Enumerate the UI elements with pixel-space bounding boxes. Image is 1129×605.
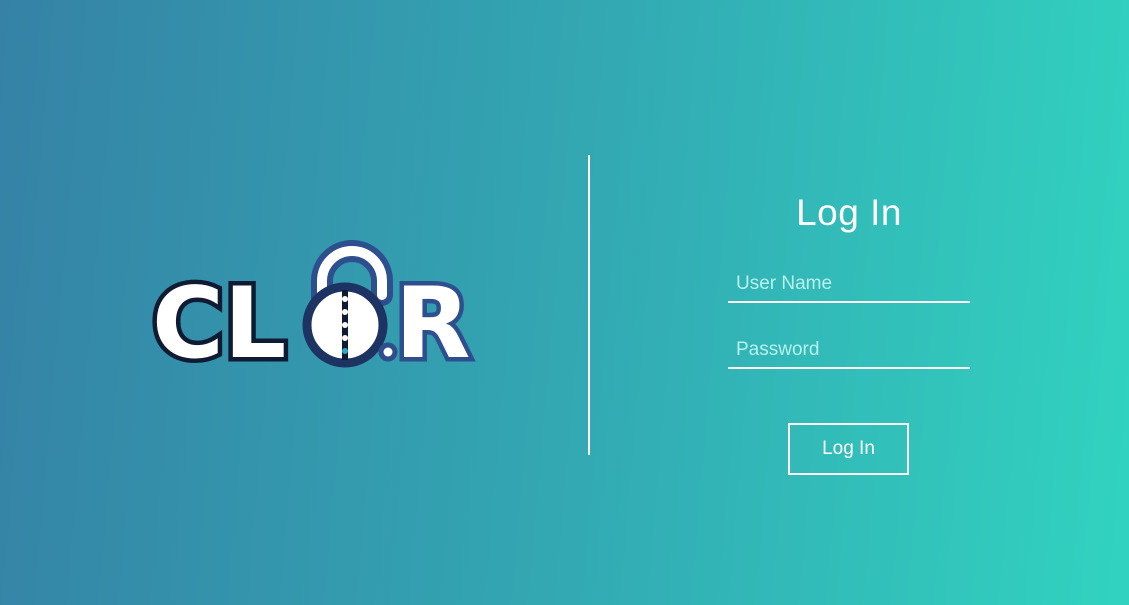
- logo-letters-cl: CL: [152, 267, 286, 375]
- username-input[interactable]: [728, 267, 970, 303]
- logo-graphic: CL R: [150, 240, 475, 375]
- brand-logo: CL R: [150, 235, 480, 375]
- password-input[interactable]: [728, 333, 970, 369]
- logo-letter-r: R: [395, 267, 470, 375]
- login-button[interactable]: Log In: [788, 423, 909, 475]
- vertical-divider: [588, 155, 590, 455]
- login-title: Log In: [796, 192, 902, 233]
- login-form: Log In Log In: [700, 188, 998, 475]
